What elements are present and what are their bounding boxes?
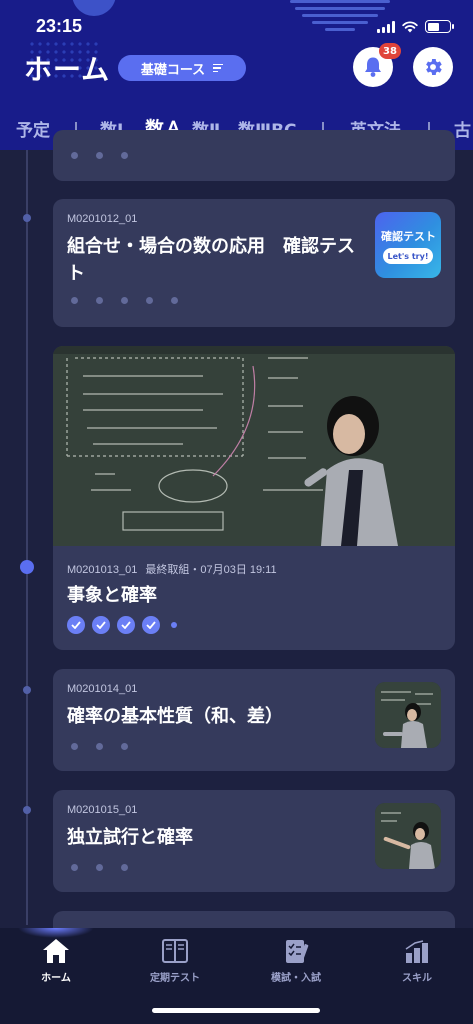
lesson-title: 独立試行と確率	[67, 827, 193, 848]
settings-button[interactable]	[413, 47, 453, 87]
lesson-code: M0201014_01	[67, 683, 138, 695]
thumbnail-badge: Let's try!	[383, 248, 433, 264]
cellular-signal-icon	[377, 20, 395, 33]
bell-icon	[365, 57, 381, 77]
active-nav-glow	[18, 928, 94, 938]
lesson-meta: M0201013_01 最終取組・07月03日 19:11	[67, 561, 277, 577]
timeline-dot	[23, 214, 31, 222]
timeline-dot	[23, 686, 31, 694]
lesson-code: M0201012_01	[67, 213, 138, 225]
lesson-code: M0201013_01	[67, 564, 138, 576]
nav-skill[interactable]: スキル	[367, 938, 467, 984]
app-header: 23:15 ホーム 基礎コース 38 予定 数Ⅰ 数Ａ 数Ⅱ	[0, 0, 473, 150]
lesson-card[interactable]: M0201014_01 確率の基本性質（和、差）	[53, 669, 455, 771]
progress-dots	[71, 152, 128, 159]
course-selector-label: 基礎コース	[140, 62, 206, 78]
check-icon	[142, 616, 160, 634]
check-icon	[92, 616, 110, 634]
lesson-card[interactable]: M0201015_01 独立試行と確率	[53, 790, 455, 892]
thumbnail-title: 確認テスト	[381, 230, 436, 243]
last-activity: 最終取組・07月03日 19:11	[145, 564, 277, 576]
wifi-icon	[402, 20, 418, 32]
progress-dots	[71, 297, 178, 304]
lesson-video-preview[interactable]	[53, 346, 455, 546]
lesson-title: 確率の基本性質（和、差）	[67, 706, 283, 727]
nav-label: 定期テスト	[150, 973, 200, 984]
timeline-dot	[23, 806, 31, 814]
tab-schedule[interactable]: 予定	[16, 116, 50, 141]
tab-classics[interactable]: 古	[454, 116, 471, 141]
progress-dots	[71, 864, 128, 871]
lesson-card-current[interactable]: M0201013_01 最終取組・07月03日 19:11 事象と確率	[53, 346, 455, 650]
timeline-dot-current	[20, 560, 34, 574]
course-selector-button[interactable]: 基礎コース	[118, 55, 246, 81]
lesson-card[interactable]: M0201012_01 組合せ・場合の数の応用 確認テスト 確認テスト Let'…	[53, 199, 455, 327]
lesson-card-previous[interactable]	[53, 130, 455, 181]
home-indicator[interactable]	[152, 1008, 320, 1013]
status-icons	[377, 20, 454, 33]
gear-icon	[426, 59, 442, 75]
check-icon	[67, 616, 85, 634]
progress-dots	[71, 743, 128, 750]
lesson-code: M0201015_01	[67, 804, 138, 816]
home-icon	[43, 939, 69, 963]
nav-periodic-test[interactable]: 定期テスト	[125, 938, 225, 984]
notification-badge: 38	[379, 43, 401, 59]
exam-icon	[286, 940, 309, 963]
skill-chart-icon	[405, 940, 428, 963]
lesson-title: 組合せ・場合の数の応用 確認テスト	[67, 236, 355, 284]
progress-checks	[67, 616, 177, 634]
confirm-test-thumbnail: 確認テスト Let's try!	[375, 212, 441, 278]
lesson-title: 事象と確率	[67, 585, 157, 606]
nav-mock-exam[interactable]: 模試・入試	[246, 938, 346, 984]
blackboard-illustration	[53, 346, 455, 546]
nav-label: ホーム	[41, 973, 71, 984]
nav-home[interactable]: ホーム	[6, 938, 106, 984]
lesson-thumbnail	[375, 682, 441, 748]
nav-label: 模試・入試	[271, 973, 321, 984]
filter-icon	[213, 63, 224, 73]
header-decoration-lines	[290, 0, 390, 36]
battery-icon	[425, 20, 454, 33]
header-decoration-circle	[72, 0, 116, 16]
nav-label: スキル	[402, 973, 432, 984]
check-icon	[117, 616, 135, 634]
status-time: 23:15	[36, 16, 83, 36]
book-icon	[162, 939, 188, 963]
lesson-thumbnail	[375, 803, 441, 869]
page-title: ホーム	[24, 53, 111, 86]
pending-dot	[171, 622, 177, 628]
